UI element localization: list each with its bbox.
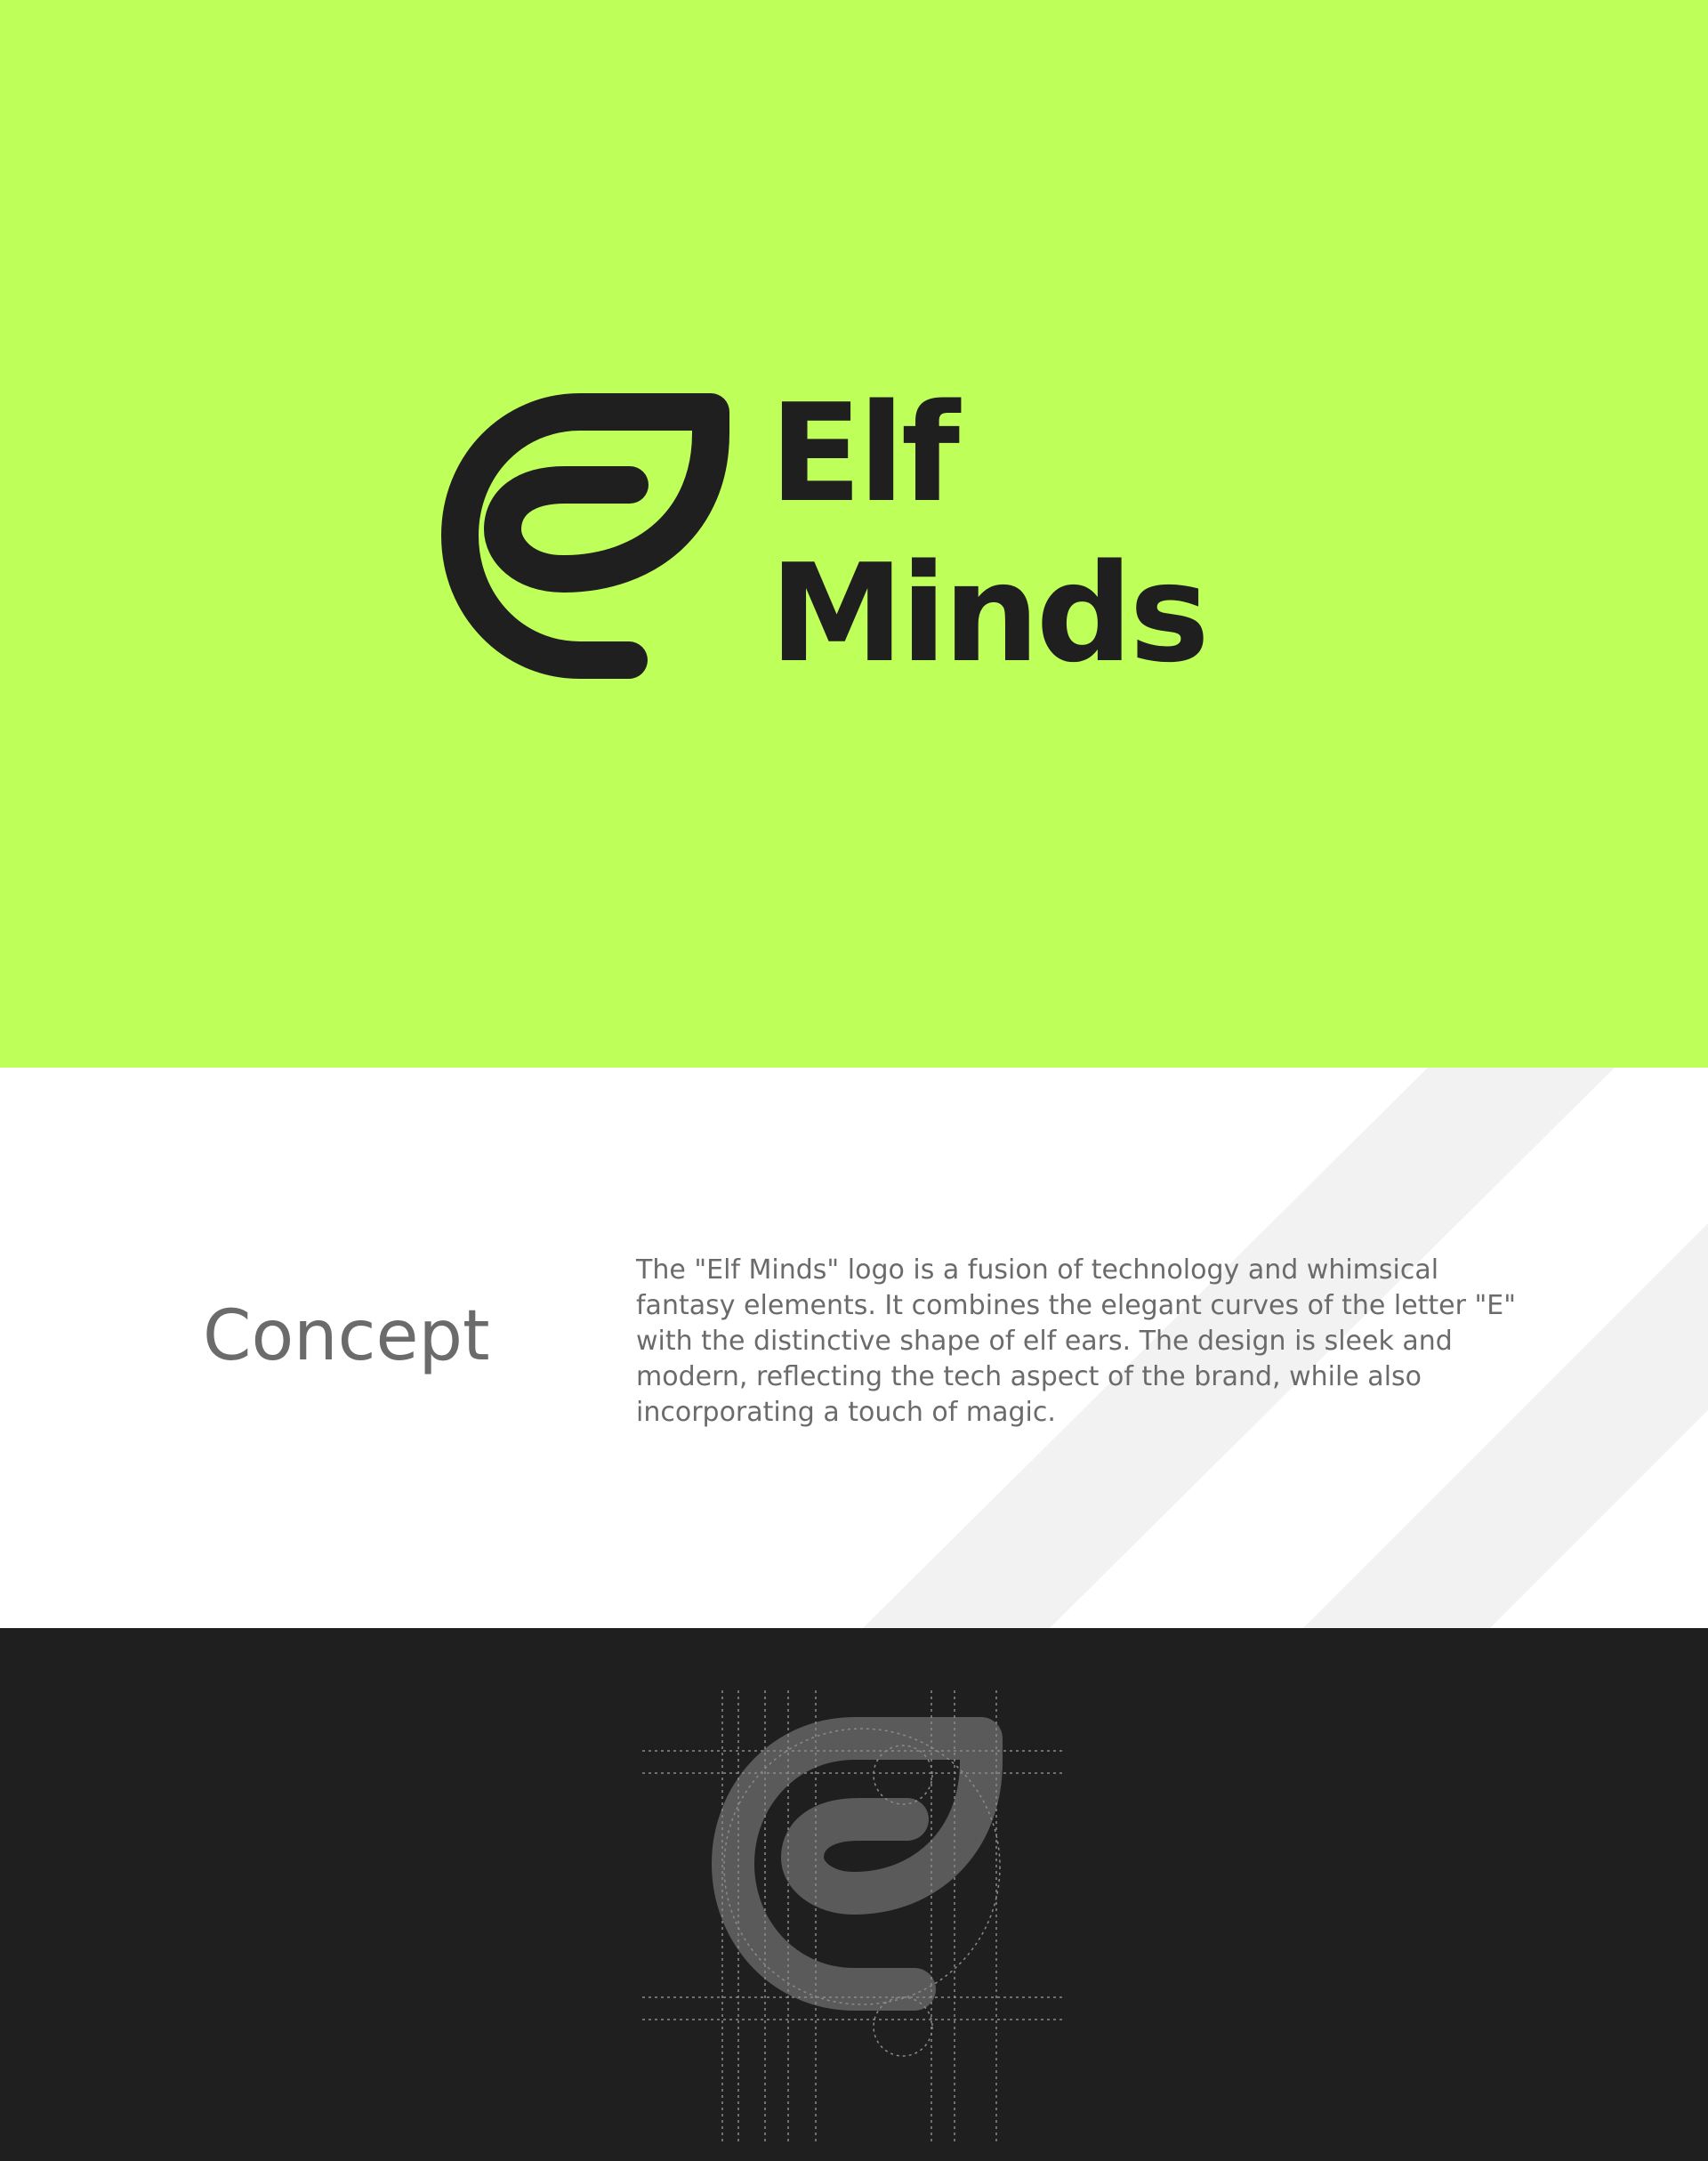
brand-presentation-page: Elf Minds Concept The "Elf Minds" logo i…	[0, 0, 1708, 2161]
concept-description: The "Elf Minds" logo is a fusion of tech…	[636, 1254, 1517, 1428]
elf-ear-letter-e-icon	[441, 393, 729, 679]
hero-logo-section: Elf Minds	[0, 0, 1708, 1068]
construction-logo-mark	[712, 1717, 1003, 2011]
concept-section: Concept The "Elf Minds" logo is a fusion…	[0, 1068, 1708, 1628]
logo-construction-section	[0, 1628, 1708, 2161]
logo-construction-grid	[642, 1690, 1064, 2144]
brand-wordmark: Elf Minds	[769, 374, 1210, 694]
wordmark-line-minds: Minds	[769, 535, 1210, 692]
wordmark-line-elf: Elf	[769, 375, 960, 532]
concept-heading: Concept	[203, 1296, 490, 1376]
